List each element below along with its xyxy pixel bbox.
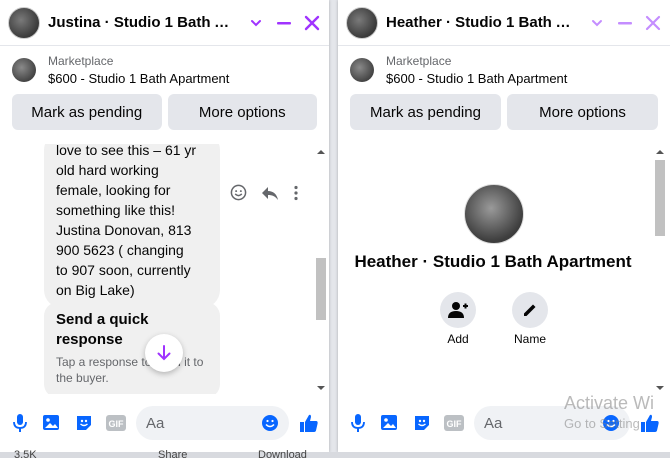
- reply-icon[interactable]: [261, 185, 279, 206]
- scrollbar[interactable]: [315, 144, 326, 394]
- conversation-intro: Heather · Studio 1 Bath Apartment Add Na…: [338, 144, 670, 394]
- message-line: on Big Lake): [56, 282, 135, 298]
- share-link[interactable]: Share: [158, 449, 187, 458]
- mark-as-pending-button[interactable]: Mark as pending: [350, 94, 501, 130]
- name-action[interactable]: Name: [510, 292, 550, 346]
- chat-title[interactable]: Justina · Studio 1 Bath Apa...: [48, 14, 239, 31]
- more-icon[interactable]: [293, 185, 299, 206]
- gif-icon[interactable]: GIF: [104, 411, 128, 435]
- message-line: female, looking for: [56, 182, 171, 198]
- add-action[interactable]: Add: [438, 292, 478, 346]
- name-label: Name: [513, 332, 546, 346]
- message-line: Justina Donovan, 813: [56, 222, 192, 238]
- message-line: old hard working: [56, 162, 159, 178]
- message-list[interactable]: love to see this – 61 yr old hard workin…: [0, 144, 329, 394]
- quick-response-card[interactable]: Send a quick response Tap a response to …: [44, 302, 220, 394]
- activate-windows-watermark: Activate Wi Go to Setting: [564, 393, 654, 431]
- more-options-button[interactable]: More options: [507, 94, 658, 130]
- chat-header[interactable]: Heather · Studio 1 Bath Apa...: [338, 0, 670, 46]
- listing-title: $600 - Studio 1 Bath Apartment: [48, 71, 230, 86]
- chat-header[interactable]: Justina · Studio 1 Bath Apa...: [0, 0, 329, 46]
- listing-thumbnail: [12, 58, 36, 82]
- add-label: Add: [447, 332, 469, 346]
- close-icon[interactable]: [303, 14, 321, 32]
- background-strip: 3.5K Share Download: [0, 449, 670, 458]
- listing-thumbnail: [350, 58, 374, 82]
- chat-window-justina: Justina · Studio 1 Bath Apa... Marketpla…: [0, 0, 329, 452]
- marketplace-banner[interactable]: Marketplace $600 - Studio 1 Bath Apartme…: [0, 46, 329, 94]
- arrow-down-icon: [157, 345, 171, 361]
- scrollbar-thumb[interactable]: [655, 160, 665, 236]
- photo-icon[interactable]: [40, 411, 64, 435]
- quick-response-subtitle: Tap a response to send it to the buyer.: [56, 355, 204, 385]
- svg-text:GIF: GIF: [109, 419, 125, 429]
- minimize-icon[interactable]: [275, 14, 293, 32]
- quick-response-title: Send a quick response: [56, 311, 149, 348]
- watermark-line1: Activate Wi: [564, 393, 655, 413]
- gif-icon[interactable]: GIF: [442, 411, 466, 435]
- react-emoji-icon[interactable]: [230, 184, 247, 206]
- chevron-down-icon[interactable]: [588, 14, 606, 32]
- listing-title: $600 - Studio 1 Bath Apartment: [386, 71, 568, 86]
- photo-icon[interactable]: [378, 411, 402, 435]
- profile-avatar[interactable]: [464, 184, 524, 244]
- microphone-icon[interactable]: [346, 411, 370, 435]
- svg-text:GIF: GIF: [447, 419, 463, 429]
- composer: GIF Aa: [0, 394, 329, 452]
- pencil-icon[interactable]: [512, 292, 548, 328]
- scrollbar[interactable]: [654, 144, 665, 394]
- sticker-icon[interactable]: [72, 411, 96, 435]
- reaction-count: 3.5K: [14, 449, 37, 458]
- message-line: to 907 soon, currently: [56, 262, 191, 278]
- mark-as-pending-button[interactable]: Mark as pending: [12, 94, 162, 130]
- close-icon[interactable]: [644, 14, 662, 32]
- chevron-down-icon[interactable]: [247, 14, 265, 32]
- marketplace-label: Marketplace: [48, 54, 114, 68]
- download-link[interactable]: Download: [258, 449, 307, 458]
- message-bubble: love to see this – 61 yr old hard workin…: [44, 144, 220, 308]
- avatar[interactable]: [8, 6, 40, 39]
- emoji-icon: [262, 415, 278, 431]
- scroll-to-bottom-button[interactable]: [145, 334, 183, 372]
- message-input-placeholder: Aa: [146, 414, 165, 432]
- avatar[interactable]: [346, 6, 378, 39]
- microphone-icon[interactable]: [8, 411, 32, 435]
- message-line: 900 5623 ( changing: [56, 242, 184, 258]
- message-input[interactable]: Aa: [136, 406, 289, 440]
- watermark-line2: Go to Setting: [564, 416, 640, 431]
- message-line: love to see this – 61 yr: [56, 144, 197, 158]
- thumbs-up-icon[interactable]: [297, 411, 321, 435]
- page: Justina · Studio 1 Bath Apa... Marketpla…: [0, 0, 670, 458]
- message-line: something like this!: [56, 202, 176, 218]
- more-options-button[interactable]: More options: [167, 94, 317, 130]
- profile-name: Heather · Studio 1 Bath Apartment: [354, 252, 632, 271]
- marketplace-banner[interactable]: Marketplace $600 - Studio 1 Bath Apartme…: [338, 46, 670, 94]
- marketplace-label: Marketplace: [386, 54, 452, 68]
- chat-window-heather: Heather · Studio 1 Bath Apa... Marketpla…: [338, 0, 670, 452]
- scrollbar-thumb[interactable]: [316, 258, 326, 320]
- add-friend-icon[interactable]: [440, 292, 476, 328]
- minimize-icon[interactable]: [616, 14, 634, 32]
- chat-title[interactable]: Heather · Studio 1 Bath Apa...: [386, 14, 580, 31]
- sticker-icon[interactable]: [410, 411, 434, 435]
